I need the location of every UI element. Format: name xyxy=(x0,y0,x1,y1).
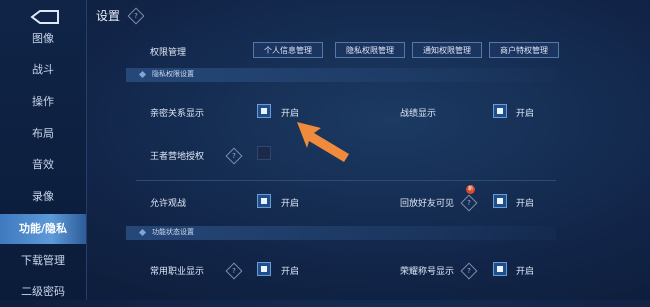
camp-auth-label: 王者营地授权 xyxy=(150,152,205,162)
allow-watch-state: 开启 xyxy=(281,199,300,209)
privacy-permission-button[interactable]: 隐私权限管理 xyxy=(335,42,405,58)
personal-info-button[interactable]: 个人信息管理 xyxy=(253,42,323,58)
row-divider xyxy=(136,180,556,181)
page-title: 设置 xyxy=(96,9,121,23)
section-bullet-icon xyxy=(138,228,147,237)
permissions-label: 权限管理 xyxy=(150,48,187,58)
sidebar-item-recording[interactable]: 录像 xyxy=(0,182,86,212)
privacy-section-header: 隐私权限设置 xyxy=(126,68,556,82)
function-section-title: 功能状态设置 xyxy=(152,228,194,236)
sidebar-item-download[interactable]: 下载管理 xyxy=(0,246,86,276)
common-job-help-icon[interactable]: ? xyxy=(225,262,243,280)
function-section-header: 功能状态设置 xyxy=(126,226,556,240)
help-icon[interactable]: ? xyxy=(127,7,145,25)
allow-watch-label: 允许观战 xyxy=(150,199,187,209)
camp-auth-checkbox[interactable] xyxy=(257,146,271,160)
sidebar: 图像 战斗 操作 布局 音效 录像 功能/隐私 下载管理 二级密码 xyxy=(0,0,87,300)
common-job-state: 开启 xyxy=(281,267,300,277)
sidebar-item-controls[interactable]: 操作 xyxy=(0,87,86,117)
common-job-label: 常用职业显示 xyxy=(150,267,205,277)
sidebar-item-battle[interactable]: 战斗 xyxy=(0,55,86,85)
intimacy-label: 亲密关系显示 xyxy=(150,109,205,119)
sidebar-item-function-privacy[interactable]: 功能/隐私 xyxy=(0,214,86,244)
section-bullet-icon xyxy=(138,70,147,79)
privacy-section-title: 隐私权限设置 xyxy=(152,70,194,78)
pointer-arrow-icon xyxy=(297,122,349,162)
honor-title-state: 开启 xyxy=(516,267,535,277)
replay-friends-label: 回放好友可见 xyxy=(400,199,455,209)
sidebar-item-second-password[interactable]: 二级密码 xyxy=(0,277,86,307)
allow-watch-checkbox[interactable] xyxy=(257,194,271,208)
replay-friends-checkbox[interactable] xyxy=(493,194,507,208)
camp-auth-help-icon[interactable]: ? xyxy=(225,147,243,165)
intimacy-checkbox[interactable] xyxy=(257,104,271,118)
battle-record-label: 战绩显示 xyxy=(400,109,437,119)
intimacy-state: 开启 xyxy=(281,109,300,119)
sidebar-item-layout[interactable]: 布局 xyxy=(0,119,86,149)
sidebar-item-sound[interactable]: 音效 xyxy=(0,150,86,180)
sidebar-item-graphics[interactable]: 图像 xyxy=(0,24,86,54)
honor-title-checkbox[interactable] xyxy=(493,262,507,276)
battle-record-state: 开启 xyxy=(516,109,535,119)
replay-friends-help-icon[interactable]: ? xyxy=(460,194,478,212)
new-badge: 新 xyxy=(466,185,475,194)
notification-permission-button[interactable]: 通知权限管理 xyxy=(412,42,482,58)
common-job-checkbox[interactable] xyxy=(257,262,271,276)
battle-record-checkbox[interactable] xyxy=(493,104,507,118)
merchant-privilege-button[interactable]: 商户特权管理 xyxy=(489,42,559,58)
honor-title-label: 荣耀称号显示 xyxy=(400,267,455,277)
honor-title-help-icon[interactable]: ? xyxy=(460,262,478,280)
replay-friends-state: 开启 xyxy=(516,199,535,209)
